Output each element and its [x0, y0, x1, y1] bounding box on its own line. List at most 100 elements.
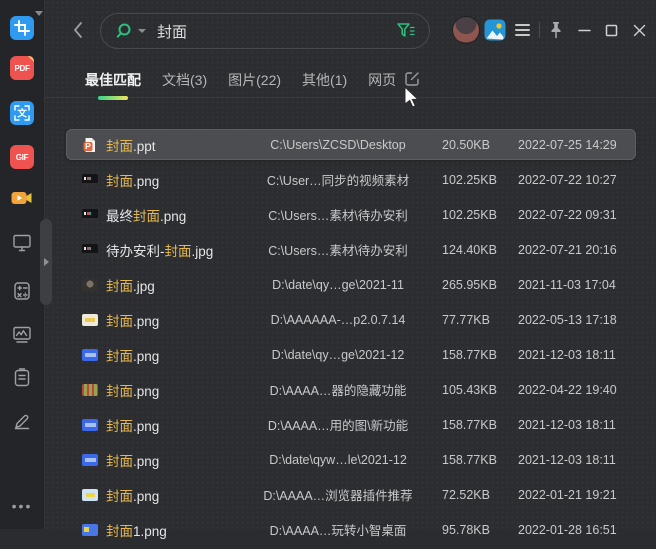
sidebar-tool-pdf[interactable]: PDF	[9, 55, 35, 81]
chevron-left-icon	[74, 22, 82, 38]
result-tab[interactable]: 其他(1)	[302, 70, 347, 90]
result-row[interactable]: 封面.png C:\User…同步的视频素材 102.25KB 2022-07-…	[66, 164, 636, 195]
screenshot-crop-icon	[10, 16, 34, 40]
video-camera-icon	[11, 192, 32, 204]
file-date: 2022-01-21 19:21	[518, 487, 617, 502]
sidebar-tool-clipboard[interactable]	[9, 364, 35, 390]
pdf-icon: PDF	[10, 56, 34, 80]
file-name: 封面.ppt	[106, 138, 156, 154]
file-name: 最终封面.png	[106, 208, 187, 224]
result-row[interactable]: 最终封面.png C:\Users…素材\待办安利 102.25KB 2022-…	[66, 199, 636, 230]
file-size: 72.52KB	[442, 487, 490, 502]
result-tab[interactable]: 图片(22)	[228, 70, 281, 90]
result-row[interactable]: P 封面.ppt C:\Users\ZCSD\Desktop 20.50KB 2…	[66, 129, 636, 160]
pdf-label: PDF	[14, 63, 30, 73]
back-button[interactable]	[68, 20, 88, 40]
result-tab[interactable]: 最佳匹配	[85, 70, 141, 90]
app-window: PDF 文 GIF ••• 封面 最佳匹配 文档(3) 图片(22) 其他(1)…	[0, 0, 656, 539]
file-name: 封面.png	[106, 453, 160, 469]
file-size: 158.77KB	[442, 347, 497, 362]
file-path: D:\AAAA…浏览器插件推荐	[263, 489, 413, 503]
file-thumbnail-icon	[82, 278, 98, 291]
file-date: 2021-11-03 17:04	[518, 277, 616, 292]
result-row[interactable]: 封面.png D:\AAAA…浏览器插件推荐 72.52KB 2022-01-2…	[66, 479, 636, 510]
chevron-right-icon	[43, 258, 49, 266]
sidebar-tool-screenshot[interactable]	[9, 15, 35, 41]
file-name: 封面.jpg	[106, 278, 155, 294]
file-path: D:\date\qy…ge\2021-12	[271, 347, 405, 362]
result-row[interactable]: 封面.png D:\AAAAAA-…p2.0.7.14 77.77KB 2022…	[66, 304, 636, 335]
result-list: P 封面.ppt C:\Users\ZCSD\Desktop 20.50KB 2…	[66, 129, 636, 549]
file-size: 124.40KB	[442, 242, 497, 257]
maximize-icon	[605, 24, 617, 36]
sidebar-tool-pencil[interactable]	[9, 407, 35, 433]
file-name: 封面.png	[106, 383, 160, 399]
file-size: 105.43KB	[442, 382, 497, 397]
file-path: C:\Users\ZCSD\Desktop	[270, 137, 406, 152]
file-name: 封面1.png	[106, 523, 167, 539]
gif-icon: GIF	[10, 145, 34, 169]
file-path: D:\AAAA…用的图\新功能	[267, 419, 409, 433]
result-row[interactable]: 封面.jpg D:\date\qy…ge\2021-11 265.95KB 20…	[66, 269, 636, 300]
file-date: 2021-12-03 18:11	[518, 452, 616, 467]
sidebar-tool-gif[interactable]: GIF	[9, 144, 35, 170]
mouse-cursor	[404, 86, 420, 108]
search-icon[interactable]	[114, 21, 134, 41]
file-date: 2021-12-03 18:11	[518, 417, 616, 432]
result-tabs: 最佳匹配 文档(3) 图片(22) 其他(1) 网页	[85, 68, 396, 92]
sidebar-tool-video[interactable]	[9, 185, 35, 211]
screenshot-dropdown-caret[interactable]	[35, 11, 43, 16]
file-date: 2022-07-21 20:16	[518, 242, 617, 257]
search-scope-caret[interactable]	[138, 29, 146, 33]
file-size: 158.77KB	[442, 452, 497, 467]
file-size: 95.78KB	[442, 522, 490, 537]
sidebar-tool-calculator[interactable]	[9, 278, 35, 304]
svg-text:P: P	[85, 141, 91, 151]
sidebar-tool-image-viewer[interactable]	[9, 321, 35, 347]
menu-icon	[515, 24, 530, 26]
user-avatar[interactable]	[453, 17, 479, 43]
titlebar-separator	[539, 22, 540, 38]
clipboard-icon	[14, 368, 30, 387]
file-date: 2022-04-22 19:40	[518, 382, 617, 397]
file-thumbnail-icon	[82, 313, 98, 326]
file-thumbnail-icon	[82, 243, 98, 256]
result-row[interactable]: 待办安利-封面.jpg C:\Users…素材\待办安利 124.40KB 20…	[66, 234, 636, 265]
result-row[interactable]: 封面.png D:\AAAA…器的隐藏功能 105.43KB 2022-04-2…	[66, 374, 636, 405]
sidebar-tool-translate[interactable]: 文	[9, 100, 35, 126]
pin-button[interactable]	[547, 20, 565, 40]
file-size: 77.77KB	[442, 312, 490, 327]
feedback-edit-button[interactable]	[403, 70, 421, 88]
result-row[interactable]: 封面.png D:\date\qyw…le\2021-12 158.77KB 2…	[66, 444, 636, 475]
filter-button[interactable]	[396, 22, 416, 40]
gif-label: GIF	[15, 152, 29, 162]
sidebar-more-button[interactable]: •••	[0, 498, 44, 514]
picture-icon	[484, 19, 506, 41]
file-size: 102.25KB	[442, 172, 497, 187]
image-curve-icon	[13, 326, 31, 343]
pushpin-icon	[551, 22, 561, 39]
close-button[interactable]	[630, 21, 648, 39]
result-row[interactable]: 封面1.png D:\AAAA…玩转小智桌面 95.78KB 2022-01-2…	[66, 514, 636, 545]
file-name: 封面.png	[106, 418, 160, 434]
file-path: D:\AAAA…玩转小智桌面	[269, 524, 407, 538]
result-row[interactable]: 封面.png D:\AAAA…用的图\新功能 158.77KB 2021-12-…	[66, 409, 636, 440]
file-size: 265.95KB	[442, 277, 497, 292]
file-name: 封面.png	[106, 348, 160, 364]
sidebar-tool-monitor[interactable]	[9, 229, 35, 255]
filter-funnel-icon	[397, 23, 415, 37]
result-tab[interactable]: 文档(3)	[162, 70, 207, 90]
search-input[interactable]	[155, 21, 396, 41]
minimize-button[interactable]	[575, 21, 593, 39]
file-thumbnail-icon	[82, 453, 98, 466]
wallpaper-tool-button[interactable]	[484, 19, 506, 41]
result-row[interactable]: 封面.png D:\date\qy…ge\2021-12 158.77KB 20…	[66, 339, 636, 370]
menu-button[interactable]	[515, 24, 530, 39]
result-tab[interactable]: 网页	[368, 70, 396, 90]
sidebar-expand-handle[interactable]	[40, 219, 52, 305]
file-path: C:\Users…素材\待办安利	[268, 209, 408, 223]
maximize-button[interactable]	[602, 21, 620, 39]
file-date: 2021-12-03 18:11	[518, 347, 616, 362]
sidebar: PDF 文 GIF •••	[0, 0, 45, 529]
file-path: D:\date\qy…ge\2021-11	[272, 277, 404, 292]
